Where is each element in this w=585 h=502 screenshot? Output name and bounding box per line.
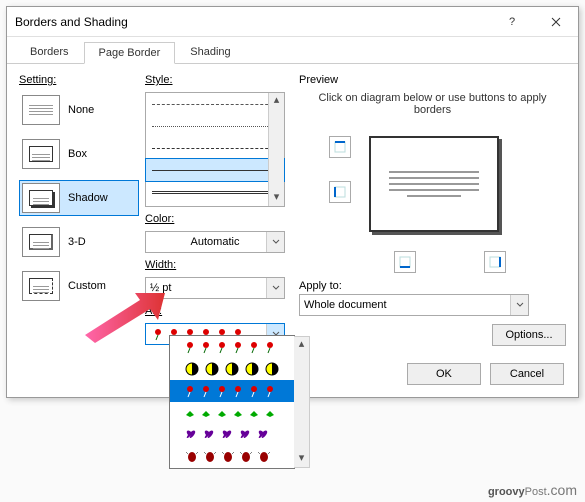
chevron-down-icon	[510, 295, 528, 315]
setting-none[interactable]: None	[19, 92, 139, 128]
style-label: Style:	[145, 74, 285, 86]
color-dropdown[interactable]: Automatic	[145, 231, 285, 253]
apply-to-dropdown[interactable]: Whole document	[299, 294, 529, 316]
setting-shadow[interactable]: Shadow	[19, 180, 139, 216]
setting-label: Setting:	[19, 74, 139, 86]
tab-shading[interactable]: Shading	[175, 41, 245, 63]
options-button[interactable]: Options...	[492, 324, 566, 346]
style-listbox[interactable]: ▴▾	[145, 92, 285, 207]
art-option-butterflies[interactable]	[170, 424, 294, 446]
style-scrollbar[interactable]: ▴▾	[268, 93, 284, 206]
preview-label: Preview	[299, 74, 566, 86]
art-option-pinwheels[interactable]	[170, 358, 294, 380]
preview-page[interactable]	[369, 136, 499, 232]
chevron-down-icon	[266, 278, 284, 298]
tab-page-border[interactable]: Page Border	[84, 42, 176, 64]
color-value: Automatic	[150, 236, 280, 248]
tab-bar: Borders Page Border Shading	[7, 37, 578, 64]
border-bottom-button[interactable]	[394, 251, 416, 273]
border-left-button[interactable]	[329, 181, 351, 203]
tab-borders[interactable]: Borders	[15, 41, 84, 63]
apply-to-value: Whole document	[304, 299, 387, 311]
close-icon	[551, 17, 561, 27]
apply-to-label: Apply to:	[299, 280, 566, 292]
art-option-beetles[interactable]	[170, 446, 294, 468]
setting-box[interactable]: Box	[19, 136, 139, 172]
art-option-birds[interactable]	[170, 402, 294, 424]
art-list-scrollbar[interactable]: ▴▾	[294, 336, 310, 468]
chevron-down-icon	[266, 232, 284, 252]
border-top-button[interactable]	[329, 136, 351, 158]
setting-box-label: Box	[68, 148, 87, 160]
preview-hint: Click on diagram below or use buttons to…	[299, 92, 566, 116]
preview-section: Preview Click on diagram below or use bu…	[299, 72, 566, 351]
dialog-title: Borders and Shading	[15, 15, 490, 29]
setting-3d-label: 3-D	[68, 236, 86, 248]
preview-area	[299, 126, 566, 276]
width-label: Width:	[145, 259, 285, 271]
color-label: Color:	[145, 213, 285, 225]
ok-button[interactable]: OK	[407, 363, 481, 385]
art-option-tulips[interactable]	[170, 380, 294, 402]
art-option-roses[interactable]	[170, 336, 294, 358]
setting-shadow-label: Shadow	[68, 192, 108, 204]
border-right-button[interactable]	[484, 251, 506, 273]
setting-3d[interactable]: 3-D	[19, 224, 139, 260]
cancel-button[interactable]: Cancel	[490, 363, 564, 385]
watermark: groovyPost.com	[488, 482, 577, 498]
callout-arrow-icon	[80, 285, 170, 345]
close-button[interactable]	[534, 7, 578, 37]
art-dropdown-list[interactable]: ▴▾	[169, 335, 295, 469]
setting-none-label: None	[68, 104, 94, 116]
titlebar: Borders and Shading ?	[7, 7, 578, 37]
help-button[interactable]: ?	[490, 7, 534, 37]
